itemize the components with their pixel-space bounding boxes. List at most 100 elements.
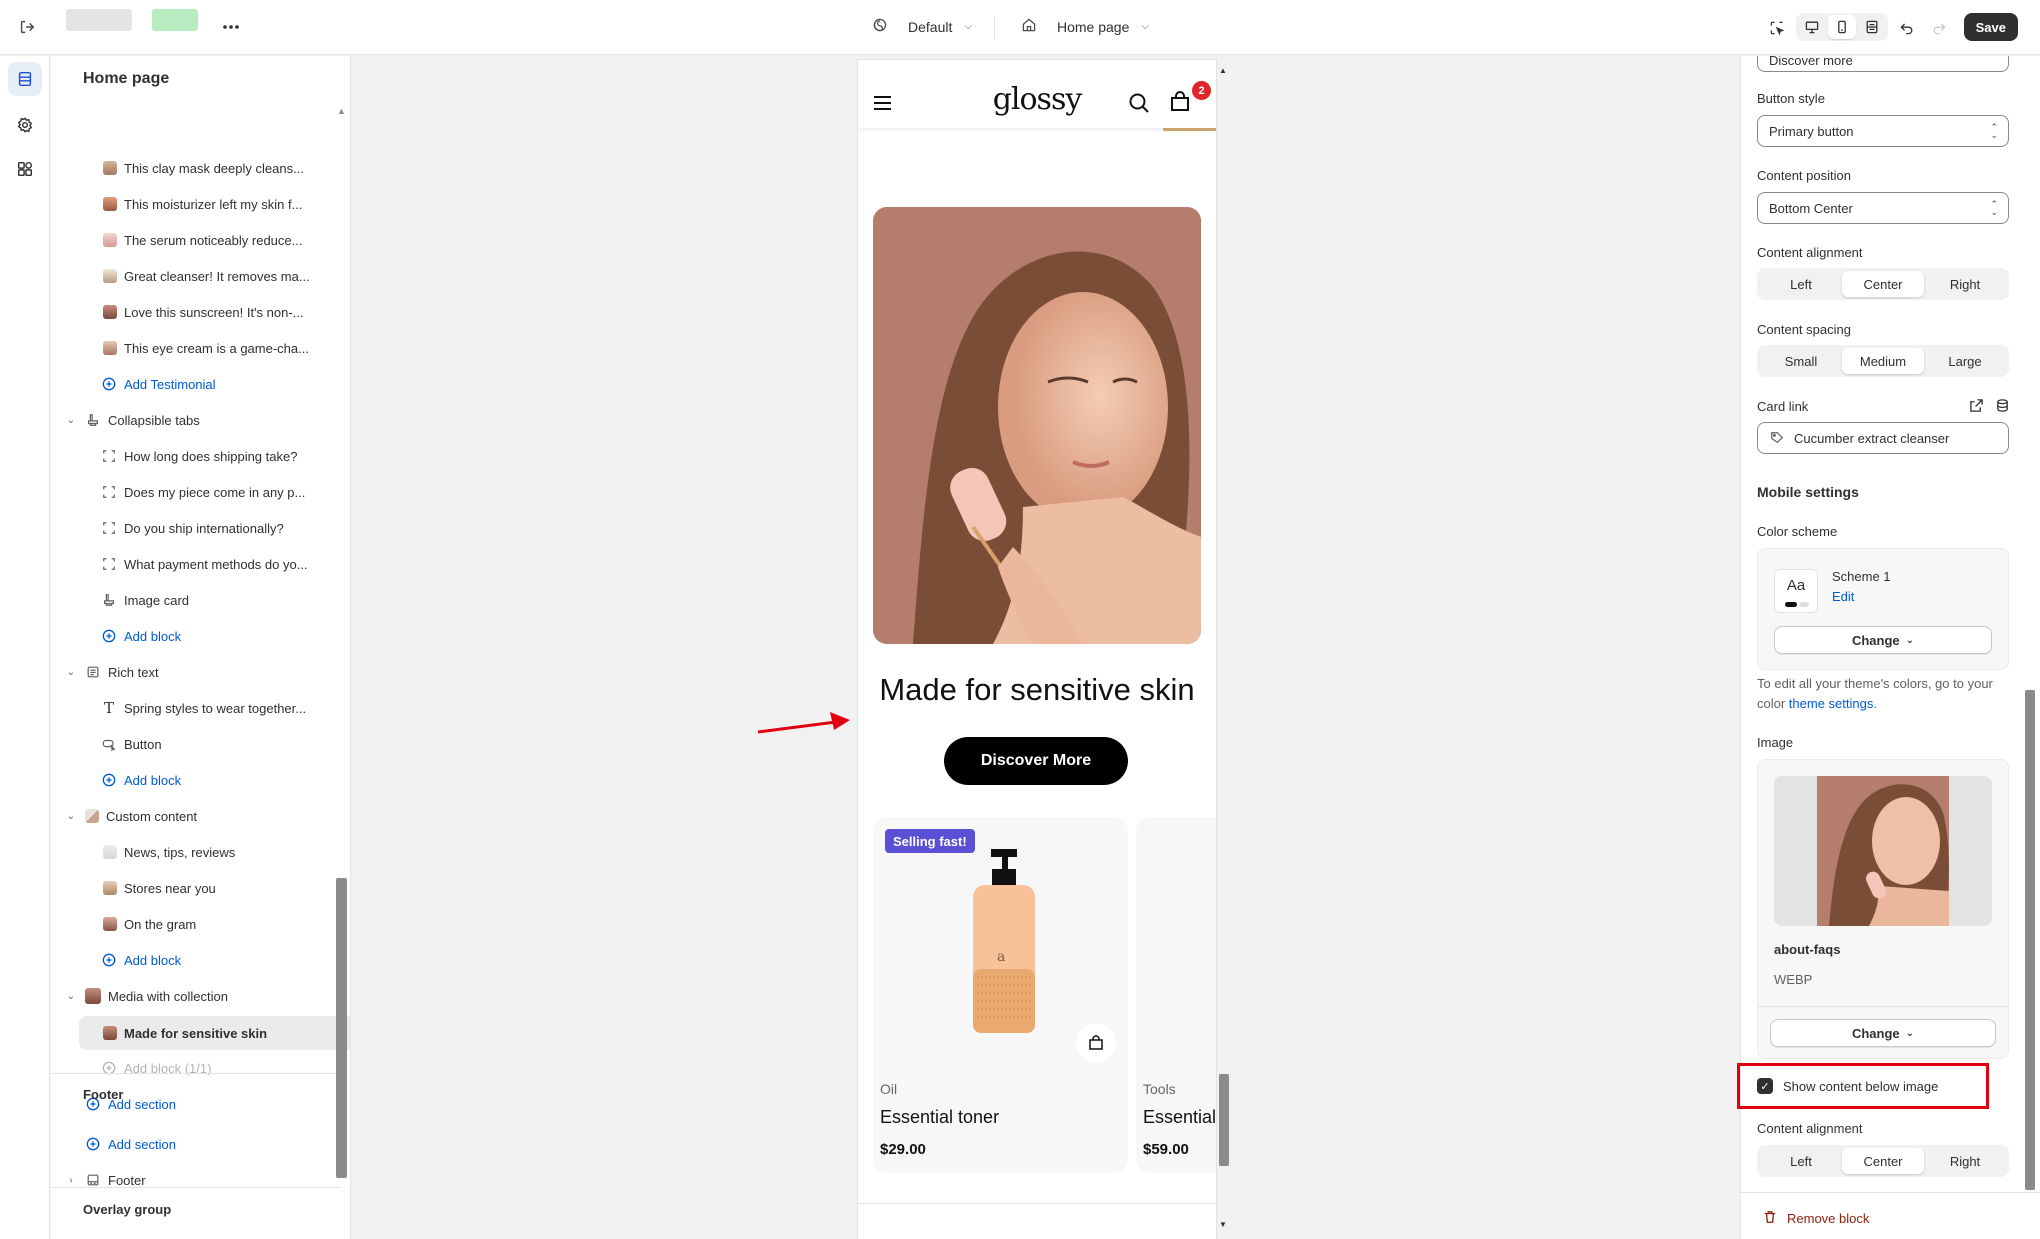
add-circle-icon (101, 772, 117, 788)
align-right-option[interactable]: Right (1924, 271, 2006, 297)
collapsible-row-icon (101, 484, 117, 500)
align-left-option[interactable]: Left (1760, 271, 1842, 297)
collapsible-row-icon (101, 448, 117, 464)
content-position-label: Content position (1757, 168, 1851, 183)
tree-item-selected-block[interactable]: Made for sensitive skin (79, 1016, 350, 1050)
align-left-option[interactable]: Left (1760, 1148, 1842, 1174)
align-center-option[interactable]: Center (1842, 271, 1924, 297)
spacing-medium-option[interactable]: Medium (1842, 348, 1924, 374)
button-icon (101, 736, 117, 752)
tree-section-media-collection[interactable]: ⌄ Media with collection (51, 979, 336, 1013)
sidebar-scrollbar[interactable] (336, 878, 347, 1178)
exit-icon[interactable] (12, 12, 42, 42)
tree-section-custom-content[interactable]: ⌄ Custom content (51, 799, 336, 833)
tree-item-testimonial[interactable]: This eye cream is a game-cha... (51, 331, 336, 365)
scroll-down-icon[interactable]: ▼ (1219, 1220, 1227, 1229)
tree-item-testimonial[interactable]: Love this sunscreen! It's non-... (51, 295, 336, 329)
button-label-field[interactable]: Discover more (1757, 56, 2009, 72)
theme-dropdown[interactable]: Default ⌵ (872, 17, 972, 36)
tree-section-footer[interactable]: › Footer (51, 1163, 336, 1197)
tree-item-testimonial[interactable]: This moisturizer left my skin f... (51, 187, 336, 221)
thumbnail-image (103, 233, 117, 247)
spacing-small-option[interactable]: Small (1760, 348, 1842, 374)
button-style-select[interactable]: Primary button ⌃ ⌄ (1757, 115, 2009, 147)
tree-item-button[interactable]: Button (51, 727, 336, 761)
preview-scrollbar[interactable]: ▲ ▼ (1217, 60, 1231, 1239)
tree-item-collapsible-row[interactable]: What payment methods do yo... (51, 547, 336, 581)
page-dropdown[interactable]: Home page ⌵ (1021, 17, 1149, 36)
external-link-icon[interactable] (1969, 398, 1984, 416)
apps-icon[interactable] (8, 152, 42, 186)
tree-item-collapsible-row[interactable]: How long does shipping take? (51, 439, 336, 473)
chevron-right-icon[interactable]: › (65, 1175, 77, 1186)
tree-item-testimonial[interactable]: This clay mask deeply cleans... (51, 151, 336, 185)
thumbnail-image (103, 881, 117, 895)
add-block-button[interactable]: Add block (51, 763, 336, 797)
spacing-large-option[interactable]: Large (1924, 348, 2006, 374)
chevron-down-icon[interactable]: ⌄ (65, 415, 77, 426)
tree-item-testimonial[interactable]: Great cleanser! It removes ma... (51, 259, 336, 293)
content-position-select[interactable]: Bottom Center ⌃ ⌄ (1757, 192, 2009, 224)
change-scheme-button[interactable]: Change ⌄ (1774, 626, 1992, 654)
store-header: glossy 2 (858, 68, 1216, 131)
add-section-button[interactable]: Add section (51, 1127, 336, 1161)
chevron-down-icon[interactable]: ⌄ (65, 991, 77, 1002)
overlay-group-heading: Overlay group (83, 1202, 172, 1217)
theme-settings-link[interactable]: theme settings (1789, 696, 1874, 711)
align-center-option[interactable]: Center (1842, 1148, 1924, 1174)
inspect-icon[interactable] (1762, 13, 1792, 43)
desktop-icon[interactable] (1798, 15, 1826, 39)
dynamic-source-icon[interactable] (1995, 398, 2010, 416)
more-icon[interactable] (216, 12, 246, 42)
search-icon[interactable] (1128, 92, 1150, 117)
add-testimonial-button[interactable]: Add Testimonial (51, 367, 336, 401)
product-name[interactable]: Essential toner (880, 1107, 999, 1128)
redo-icon[interactable] (1924, 13, 1954, 43)
tree-section-collapsible-tabs[interactable]: ⌄ Collapsible tabs (51, 403, 336, 437)
settings-gear-icon[interactable] (8, 108, 42, 142)
tree-item-image-card[interactable]: Image card (51, 583, 336, 617)
settings-scrollbar[interactable] (2025, 690, 2035, 1190)
tree-section-rich-text[interactable]: ⌄ Rich text (51, 655, 336, 689)
tree-item-heading[interactable]: T Spring styles to wear together... (51, 691, 336, 725)
change-image-button[interactable]: Change ⌄ (1770, 1019, 1996, 1047)
tree-item-collapsible-row[interactable]: Do you ship internationally? (51, 511, 336, 545)
fullwidth-icon[interactable] (1858, 15, 1886, 39)
edit-scheme-link[interactable]: Edit (1832, 589, 1854, 604)
tree-item-custom-block[interactable]: News, tips, reviews (51, 835, 336, 869)
add-block-button[interactable]: Add block (51, 943, 336, 977)
remove-block-button[interactable]: Remove block (1763, 1210, 1869, 1227)
tree-item-custom-block[interactable]: On the gram (51, 907, 336, 941)
chevron-down-icon[interactable]: ⌄ (65, 811, 77, 822)
collapsible-section-icon (85, 412, 101, 428)
scroll-up-icon[interactable]: ▲ (1219, 66, 1227, 75)
quick-add-bag-icon[interactable] (1076, 1023, 1116, 1063)
top-bar: Default ⌵ Home page ⌵ Save (0, 0, 2040, 55)
scroll-up-icon[interactable]: ▲ (337, 106, 346, 116)
collapsible-row-icon (101, 556, 117, 572)
undo-icon[interactable] (1892, 13, 1922, 43)
chevron-down-icon: ⌄ (1905, 634, 1915, 646)
product-card[interactable]: Tools Essential $59.00 (1136, 817, 1216, 1173)
image-thumbnail[interactable] (1774, 776, 1992, 926)
chevron-down-icon[interactable]: ⌄ (65, 667, 77, 678)
mobile-icon[interactable] (1828, 15, 1856, 39)
store-logo[interactable]: glossy (858, 82, 1216, 117)
cart-icon[interactable] (1169, 90, 1191, 115)
tree-item-testimonial[interactable]: The serum noticeably reduce... (51, 223, 336, 257)
product-card[interactable]: Selling fast! a Oil Essential toner $29.… (873, 817, 1128, 1173)
product-image: a (961, 849, 1041, 1042)
tree-item-custom-block[interactable]: Stores near you (51, 871, 336, 905)
scroll-thumb[interactable] (1219, 1074, 1229, 1166)
save-button[interactable]: Save (1963, 13, 2018, 41)
align-right-option[interactable]: Right (1924, 1148, 2006, 1174)
trash-icon (1763, 1210, 1777, 1227)
image-filename: about-faqs (1774, 942, 1841, 957)
discover-more-button[interactable]: Discover More (944, 737, 1128, 785)
add-block-button[interactable]: Add block (51, 619, 336, 653)
add-circle-icon (85, 1136, 101, 1152)
sections-icon[interactable] (8, 62, 42, 96)
card-link-field[interactable]: Cucumber extract cleanser (1757, 422, 2009, 454)
product-name[interactable]: Essential (1143, 1107, 1216, 1128)
tree-item-collapsible-row[interactable]: Does my piece come in any p... (51, 475, 336, 509)
